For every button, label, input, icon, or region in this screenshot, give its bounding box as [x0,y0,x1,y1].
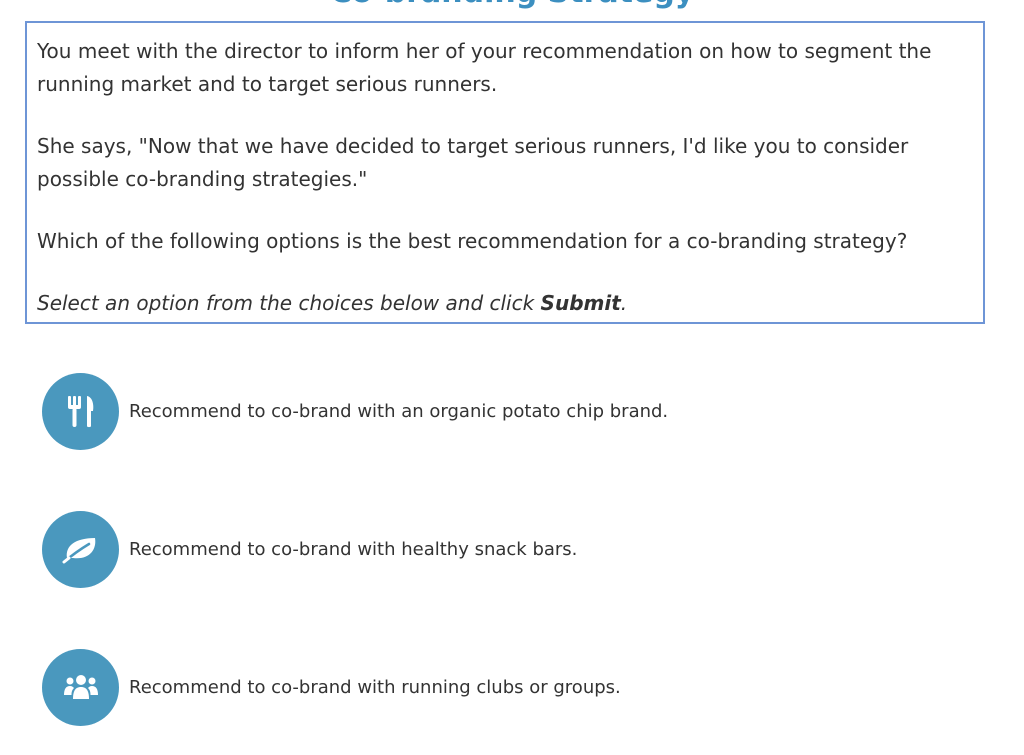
scenario-paragraph-2: She says, "Now that we have decided to t… [37,134,909,191]
leaf-icon [62,538,95,564]
option-icon-circle[interactable] [42,510,119,588]
scenario-prompt-box: You meet with the director to inform her… [25,21,985,324]
option-label[interactable]: Recommend to co-brand with running clubs… [129,677,621,698]
option-icon-circle[interactable] [42,648,119,726]
option-running-clubs[interactable]: Recommend to co-brand with running clubs… [42,648,982,726]
utensils-icon [67,396,93,428]
option-label[interactable]: Recommend to co-brand with an organic po… [129,401,668,422]
question-text: Which of the following options is the be… [37,229,908,253]
scenario-paragraph-1: You meet with the director to inform her… [37,39,932,96]
instruction-prefix: Select an option from the choices below … [37,291,541,315]
instruction-text: Select an option from the choices below … [37,287,973,320]
group-icon [63,675,98,699]
page-title: Co-branding Strategy [0,0,1024,8]
instruction-suffix: . [620,291,628,315]
option-icon-circle[interactable] [42,372,119,450]
instruction-submit-word: Submit [540,291,621,315]
option-organic-potato-chip[interactable]: Recommend to co-brand with an organic po… [42,372,982,450]
option-healthy-snack-bars[interactable]: Recommend to co-brand with healthy snack… [42,510,982,588]
option-label[interactable]: Recommend to co-brand with healthy snack… [129,539,577,560]
